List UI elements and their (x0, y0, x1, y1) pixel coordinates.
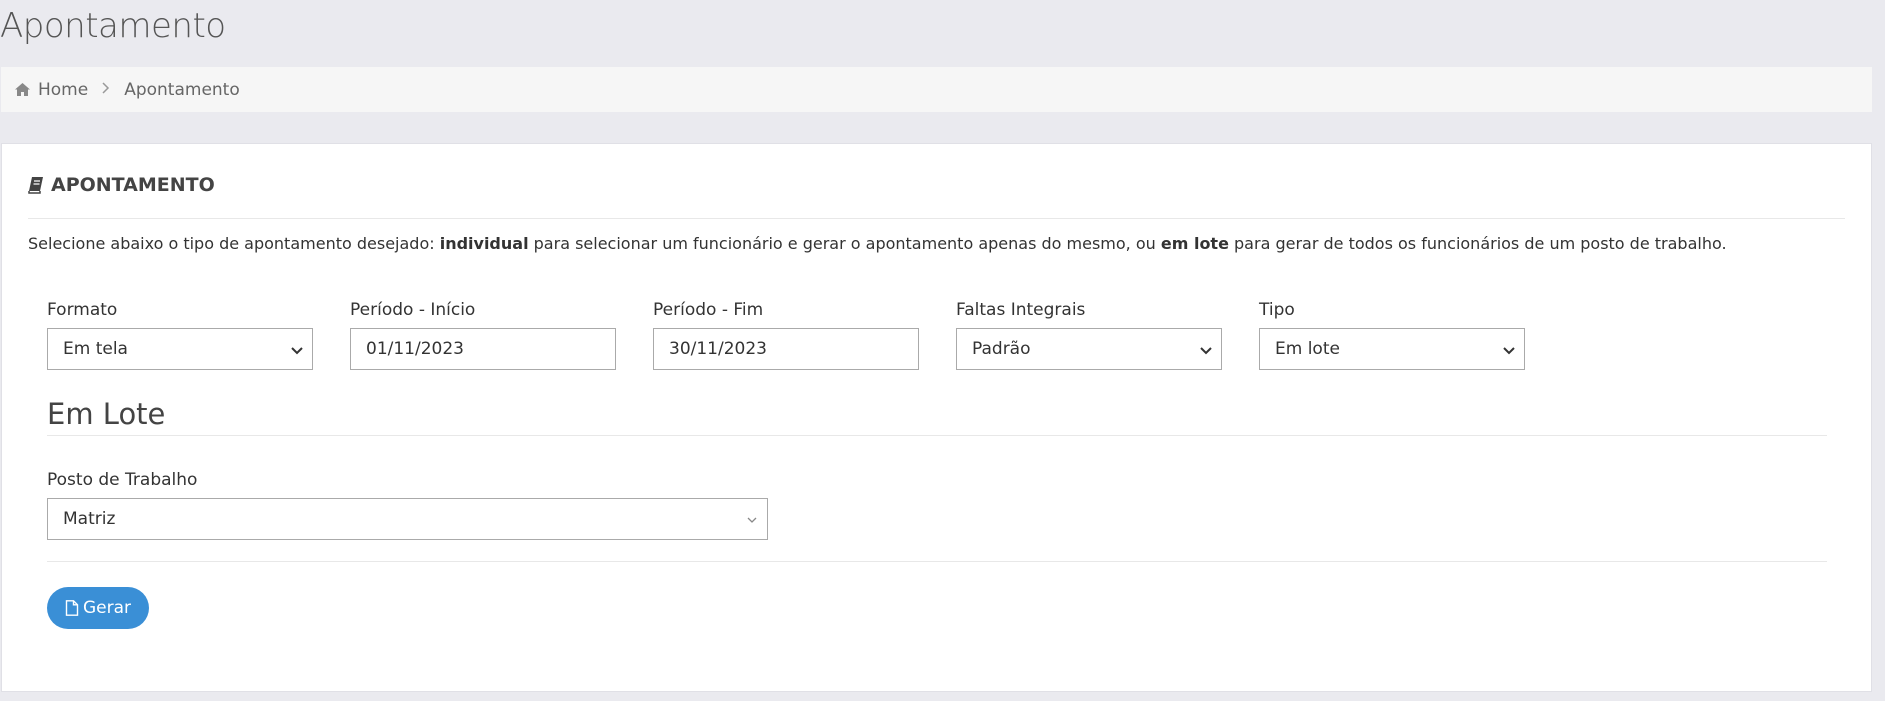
chevron-down-icon (745, 513, 759, 527)
tipo-select[interactable]: Em lote (1259, 328, 1525, 370)
posto-label: Posto de Trabalho (47, 470, 198, 490)
periodo-fim-field: Período - Fim 30/11/2023 (653, 300, 919, 370)
divider (47, 561, 1827, 562)
divider (28, 218, 1845, 219)
breadcrumb: Home Apontamento (1, 67, 1872, 112)
file-icon (65, 600, 79, 616)
gerar-button-label: Gerar (82, 598, 132, 618)
home-icon (15, 83, 30, 96)
gerar-button[interactable]: Gerar (47, 587, 149, 629)
chevron-down-icon (290, 343, 304, 357)
panel-heading: APONTAMENTO (28, 174, 215, 196)
faltas-select[interactable]: Padrão (956, 328, 1222, 370)
divider (47, 435, 1827, 436)
em-lote-title: Em Lote (47, 397, 166, 431)
page-title: Apontamento (0, 6, 226, 46)
breadcrumb-home-link[interactable]: Home (38, 80, 88, 100)
periodo-inicio-label: Período - Início (350, 300, 476, 320)
tipo-label: Tipo (1259, 300, 1295, 320)
posto-select[interactable]: Matriz (47, 498, 768, 540)
formato-select[interactable]: Em tela (47, 328, 313, 370)
faltas-field: Faltas Integrais Padrão (956, 300, 1222, 370)
formato-field: Formato Em tela (47, 300, 313, 370)
panel-heading-text: APONTAMENTO (51, 174, 215, 196)
periodo-fim-input[interactable]: 30/11/2023 (653, 328, 919, 370)
breadcrumb-current: Apontamento (124, 79, 240, 100)
tipo-field: Tipo Em lote (1259, 300, 1525, 370)
periodo-inicio-field: Período - Início 01/11/2023 (350, 300, 616, 370)
apontamento-panel: APONTAMENTO Selecione abaixo o tipo de a… (1, 143, 1872, 692)
chevron-down-icon (1199, 343, 1213, 357)
periodo-fim-label: Período - Fim (653, 300, 764, 320)
chevron-down-icon (1502, 343, 1516, 357)
intro-text: Selecione abaixo o tipo de apontamento d… (28, 234, 1727, 253)
posto-field: Posto de Trabalho Matriz (47, 470, 768, 540)
faltas-label: Faltas Integrais (956, 300, 1086, 320)
periodo-inicio-input[interactable]: 01/11/2023 (350, 328, 616, 370)
chevron-right-icon (102, 81, 110, 98)
formato-label: Formato (47, 300, 118, 320)
book-icon (28, 176, 44, 194)
